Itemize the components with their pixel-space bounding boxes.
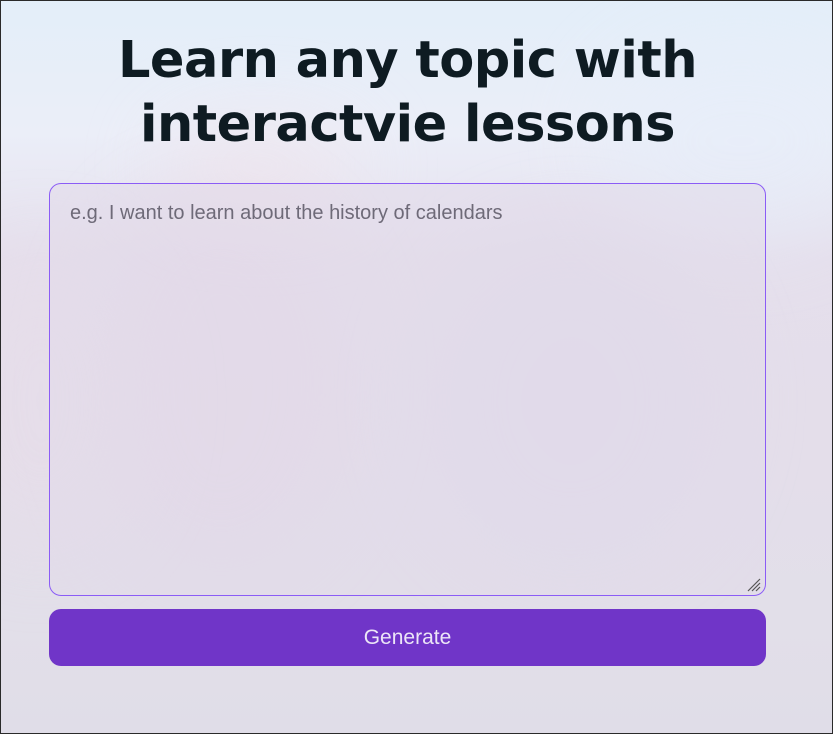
page-title-line-1: Learn any topic with [117,31,698,90]
page-frame: Learn any topic with interactvie lessons… [0,0,833,734]
resize-handle-icon[interactable] [745,576,761,592]
page-title: Learn any topic with interactvie lessons [1,29,814,157]
generate-button[interactable]: Generate [49,609,766,666]
page-title-line-2: interactvie lessons [140,95,676,154]
topic-prompt-input[interactable] [49,183,766,596]
